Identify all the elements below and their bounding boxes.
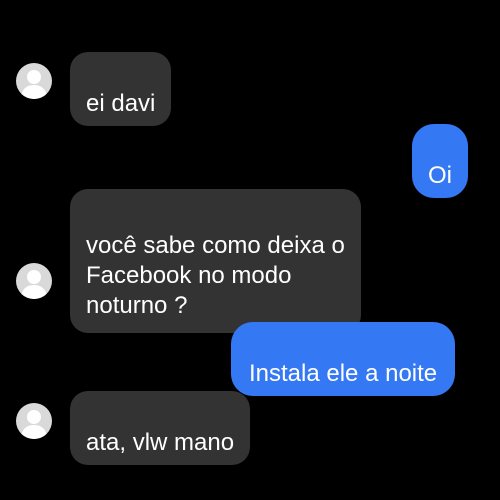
default-profile-icon	[21, 410, 47, 439]
chat-thread: ei davi Oi você sabe como deixa o Facebo…	[0, 0, 500, 500]
contact-avatar[interactable]	[16, 63, 52, 99]
message-bubble-incoming[interactable]: ei davi	[70, 52, 172, 126]
message-text: Instala ele a noite	[249, 360, 438, 387]
message-bubble-incoming[interactable]: você sabe como deixa o Facebook no modo …	[70, 189, 361, 333]
message-bubble-outgoing[interactable]: Oi	[412, 124, 468, 198]
contact-avatar[interactable]	[16, 263, 52, 299]
message-text: Oi	[428, 162, 452, 189]
message-text: você sabe como deixa o Facebook no modo …	[86, 232, 345, 319]
message-text: ei davi	[86, 90, 156, 117]
message-text: ata, vlw mano	[86, 429, 235, 456]
contact-avatar[interactable]	[16, 403, 52, 439]
default-profile-icon	[21, 270, 47, 299]
default-profile-icon	[21, 70, 47, 99]
message-bubble-outgoing[interactable]: Instala ele a noite	[231, 322, 456, 396]
message-bubble-incoming[interactable]: ata, vlw mano	[70, 391, 251, 465]
